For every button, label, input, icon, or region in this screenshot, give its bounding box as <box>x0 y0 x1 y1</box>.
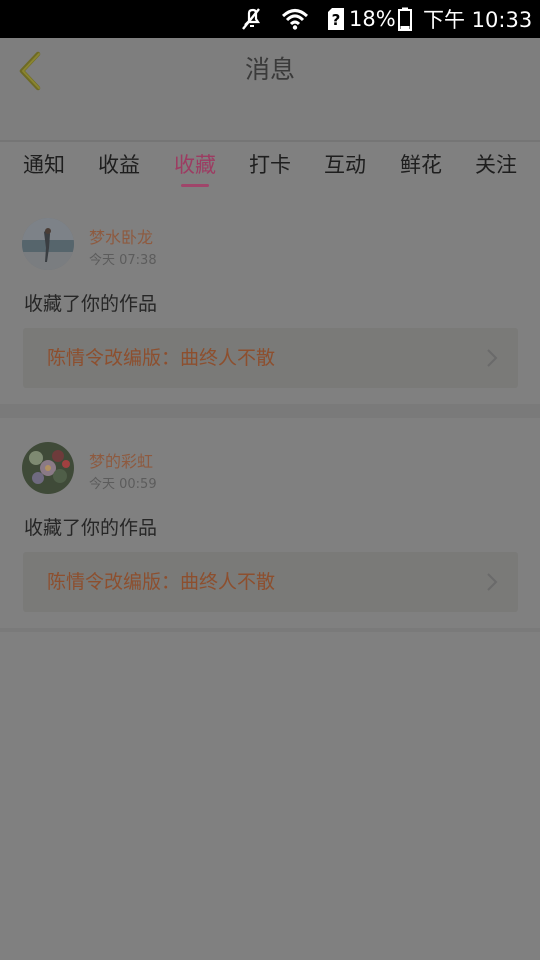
mute-icon <box>236 0 266 38</box>
tab-earnings[interactable]: 收益 <box>97 142 141 188</box>
message-time: 今天 00:59 <box>89 477 157 492</box>
status-bar: ? 18% 下午 10:33 <box>0 0 540 38</box>
avatar-photo <box>22 218 74 270</box>
work-title: 陈情令改编版：曲终人不散 <box>47 347 276 369</box>
card-separator <box>0 628 540 632</box>
work-title: 陈情令改编版：曲终人不散 <box>47 571 276 593</box>
tab-interactions[interactable]: 互动 <box>323 142 367 188</box>
active-tab-indicator <box>181 184 209 187</box>
battery-icon <box>397 0 413 38</box>
work-link[interactable]: 陈情令改编版：曲终人不散 <box>23 552 518 612</box>
message-card: 梦水卧龙 今天 07:38 收藏了你的作品 陈情令改编版：曲终人不散 <box>0 194 540 404</box>
page-title: 消息 <box>244 55 295 84</box>
battery-percentage: 18% <box>349 7 396 31</box>
sim-unknown-icon: ? <box>326 0 346 38</box>
card-separator <box>0 404 540 418</box>
avatar-flowers <box>22 442 74 494</box>
tab-flowers[interactable]: 鲜花 <box>399 142 443 188</box>
tab-notifications[interactable]: 通知 <box>22 142 66 188</box>
svg-text:?: ? <box>332 11 341 29</box>
tab-follows[interactable]: 关注 <box>474 142 518 188</box>
chevron-right-icon <box>487 349 498 367</box>
username[interactable]: 梦的彩虹 <box>89 448 153 472</box>
message-card: 梦的彩虹 今天 00:59 收藏了你的作品 陈情令改编版：曲终人不散 <box>0 418 540 628</box>
tab-favorites[interactable]: 收藏 <box>173 142 217 188</box>
tab-bar: 通知 收益 收藏 打卡 互动 鲜花 关注 <box>0 142 540 194</box>
action-text: 收藏了你的作品 <box>24 517 158 539</box>
message-time: 今天 07:38 <box>89 253 157 268</box>
wifi-icon <box>280 0 310 38</box>
work-link[interactable]: 陈情令改编版：曲终人不散 <box>23 328 518 388</box>
clock: 下午 10:33 <box>423 8 533 32</box>
chevron-right-icon <box>487 573 498 591</box>
avatar[interactable] <box>22 218 74 270</box>
action-text: 收藏了你的作品 <box>24 293 158 315</box>
username[interactable]: 梦水卧龙 <box>89 224 153 248</box>
avatar[interactable] <box>22 442 74 494</box>
tab-checkin[interactable]: 打卡 <box>248 142 292 188</box>
